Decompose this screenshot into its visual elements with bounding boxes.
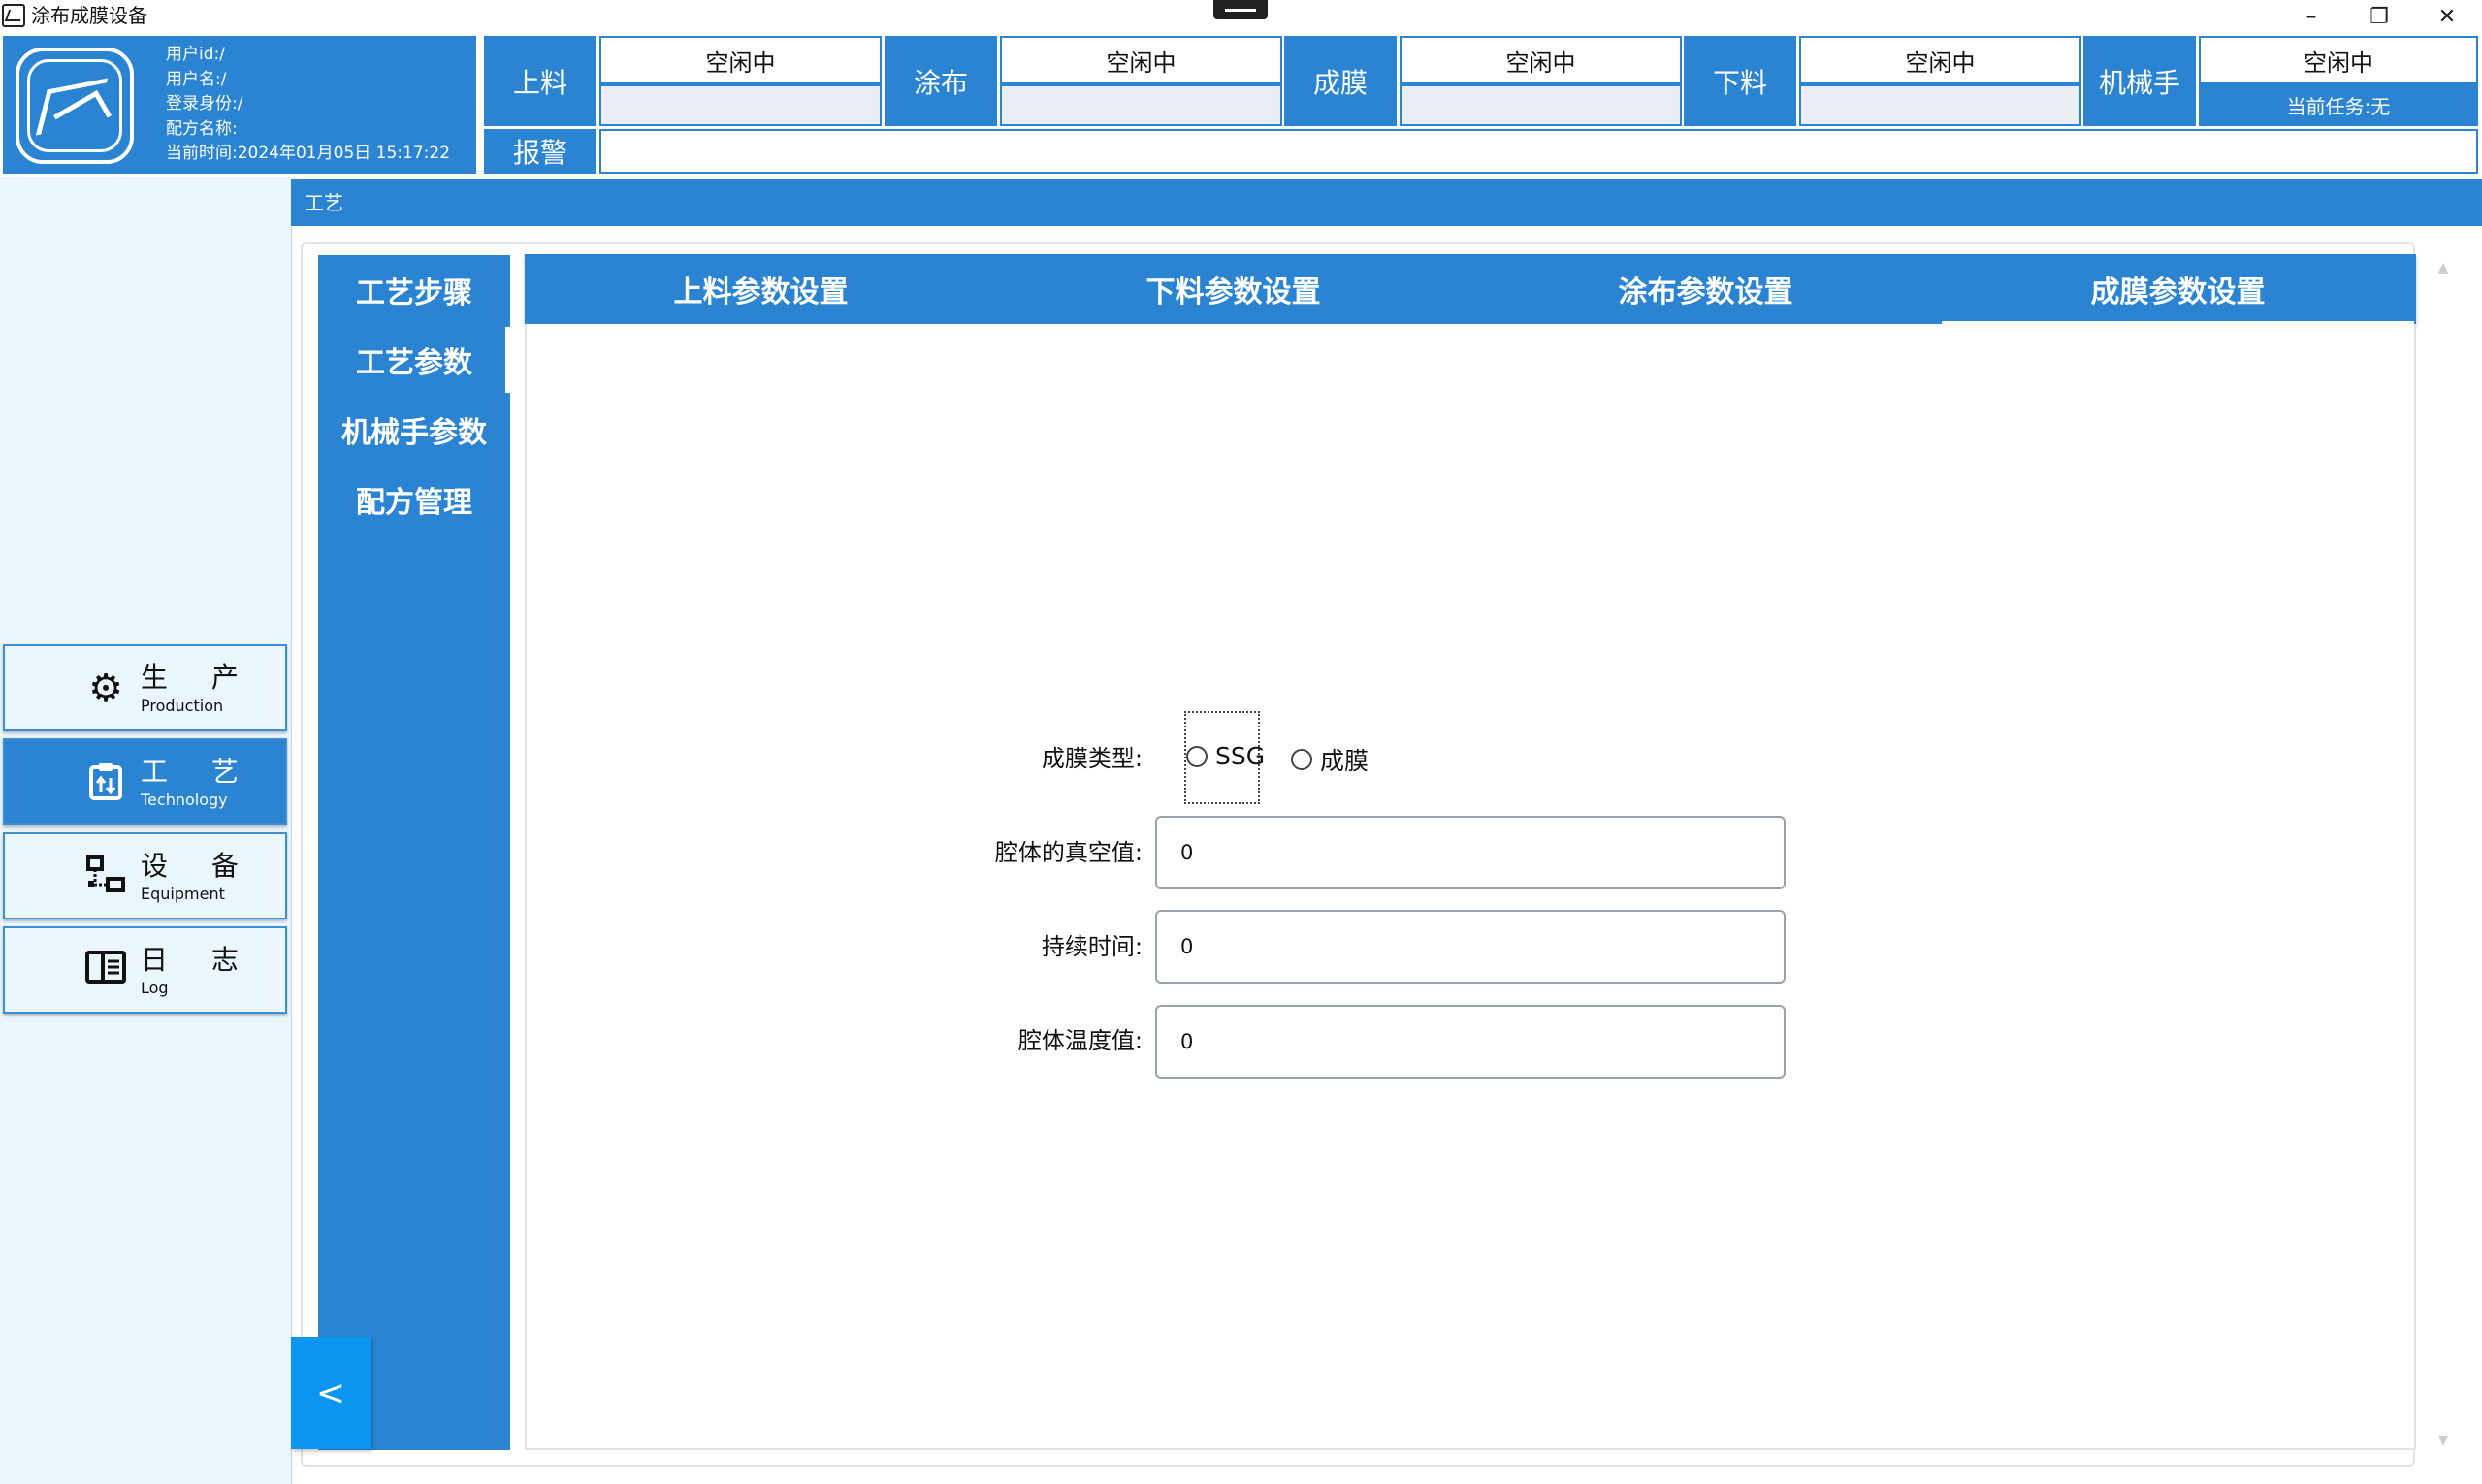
station-detail-film	[1400, 84, 1682, 126]
nav-technology-button[interactable]: 工 艺 Technology	[3, 738, 287, 825]
alarm-message-box	[599, 129, 2478, 174]
close-icon[interactable]: ✕	[2413, 0, 2481, 33]
station-detail-loading	[599, 84, 882, 126]
station-label-coating: 涂布	[885, 36, 997, 126]
temperature-input[interactable]: 0	[1155, 1005, 1786, 1079]
tab-coating-params[interactable]: 涂布参数设置	[1469, 254, 1942, 324]
duration-label: 持续时间:	[1041, 933, 1143, 960]
sub-nav: 工艺步骤 工艺参数 机械手参数 配方管理	[318, 255, 510, 1450]
nav-label-en: Production	[141, 696, 224, 715]
nav-label-en: Equipment	[141, 885, 225, 903]
station-label-loading: 上料	[484, 36, 596, 126]
minimize-icon[interactable]: –	[2277, 0, 2345, 33]
logo-panel: 用户id:/ 用户名:/ 登录身份:/ 配方名称: 当前时间:2024年01月0…	[3, 36, 476, 174]
tab-unloading-params[interactable]: 下料参数设置	[997, 254, 1469, 324]
alarm-label: 报警	[484, 129, 596, 174]
radio-ssg[interactable]: SSG	[1186, 742, 1265, 770]
station-label-film: 成膜	[1284, 36, 1397, 126]
nav-label-cn: 工 艺	[141, 756, 256, 788]
radio-film[interactable]: 成膜	[1291, 742, 1369, 777]
station-status-loading: 空闲中	[599, 36, 882, 84]
recipe-name: 配方名称:	[166, 118, 238, 139]
drag-handle[interactable]	[1213, 0, 1268, 19]
nav-label-cn: 设 备	[141, 850, 256, 882]
collapse-nav-button[interactable]: <	[291, 1337, 371, 1449]
tab-loading-params[interactable]: 上料参数设置	[525, 254, 997, 324]
title-bar: 涂布成膜设备 – ❐ ✕	[0, 0, 2482, 33]
station-detail-coating	[1000, 84, 1282, 126]
station-status-film: 空闲中	[1400, 36, 1682, 84]
station-status-unloading: 空闲中	[1799, 36, 2081, 84]
user-name: 用户名:/	[166, 69, 227, 89]
clipboard-icon	[84, 761, 127, 804]
station-detail-unloading	[1799, 84, 2081, 126]
scroll-up-icon[interactable]: ▲	[2433, 257, 2454, 278]
subnav-recipe-management[interactable]: 配方管理	[318, 465, 510, 534]
scroll-down-icon[interactable]: ▼	[2433, 1430, 2454, 1451]
user-info: 用户id:/ 用户名:/ 登录身份:/ 配方名称: 当前时间:2024年01月0…	[166, 43, 450, 167]
user-id: 用户id:/	[166, 45, 225, 64]
temperature-label: 腔体温度值:	[1017, 1027, 1143, 1054]
subnav-process-steps[interactable]: 工艺步骤	[318, 255, 510, 325]
nav-label-en: Log	[141, 979, 169, 997]
current-time: 当前时间:2024年01月05日 15:17:22	[166, 144, 451, 163]
vacuum-label: 腔体的真空值:	[994, 839, 1143, 866]
login-role: 登录身份:/	[166, 94, 243, 113]
radio-ssg-label: SSG	[1215, 742, 1266, 770]
nav-production-button[interactable]: ⚙ 生 产 Production	[3, 644, 287, 731]
nav-label-en: Technology	[141, 790, 228, 809]
content-header: 工艺	[291, 179, 2482, 226]
tab-film-params[interactable]: 成膜参数设置	[1942, 254, 2414, 324]
station-label-unloading: 下料	[1684, 36, 1796, 126]
subnav-robot-params[interactable]: 机械手参数	[318, 395, 510, 465]
app-icon	[2, 4, 25, 27]
nav-label-cn: 生 产	[141, 661, 256, 694]
nav-log-button[interactable]: 日 志 Log	[3, 926, 287, 1014]
radio-ssg-circle	[1186, 745, 1208, 767]
param-tabs: 上料参数设置 下料参数设置 涂布参数设置 成膜参数设置	[525, 254, 2416, 324]
window-title: 涂布成膜设备	[31, 4, 147, 27]
nav-equipment-button[interactable]: 设 备 Equipment	[3, 832, 287, 919]
duration-input[interactable]: 0	[1155, 910, 1786, 984]
left-nav	[0, 177, 291, 1484]
app-logo	[16, 48, 134, 164]
network-icon	[84, 855, 127, 898]
station-status-coating: 空闲中	[1000, 36, 1282, 84]
radio-film-label: 成膜	[1320, 747, 1370, 775]
radio-film-circle	[1291, 749, 1312, 770]
subnav-process-params[interactable]: 工艺参数	[318, 325, 510, 395]
book-icon	[84, 950, 127, 992]
station-status-robot: 空闲中	[2199, 36, 2478, 84]
gear-icon: ⚙	[88, 666, 123, 711]
robot-current-task: 当前任务:无	[2199, 84, 2478, 126]
vacuum-input[interactable]: 0	[1155, 816, 1786, 889]
logo-inner	[27, 59, 122, 152]
film-type-label: 成膜类型:	[1041, 745, 1143, 772]
nav-label-cn: 日 志	[141, 944, 256, 976]
station-label-robot: 机械手	[2083, 36, 2196, 126]
restore-icon[interactable]: ❐	[2345, 0, 2413, 33]
